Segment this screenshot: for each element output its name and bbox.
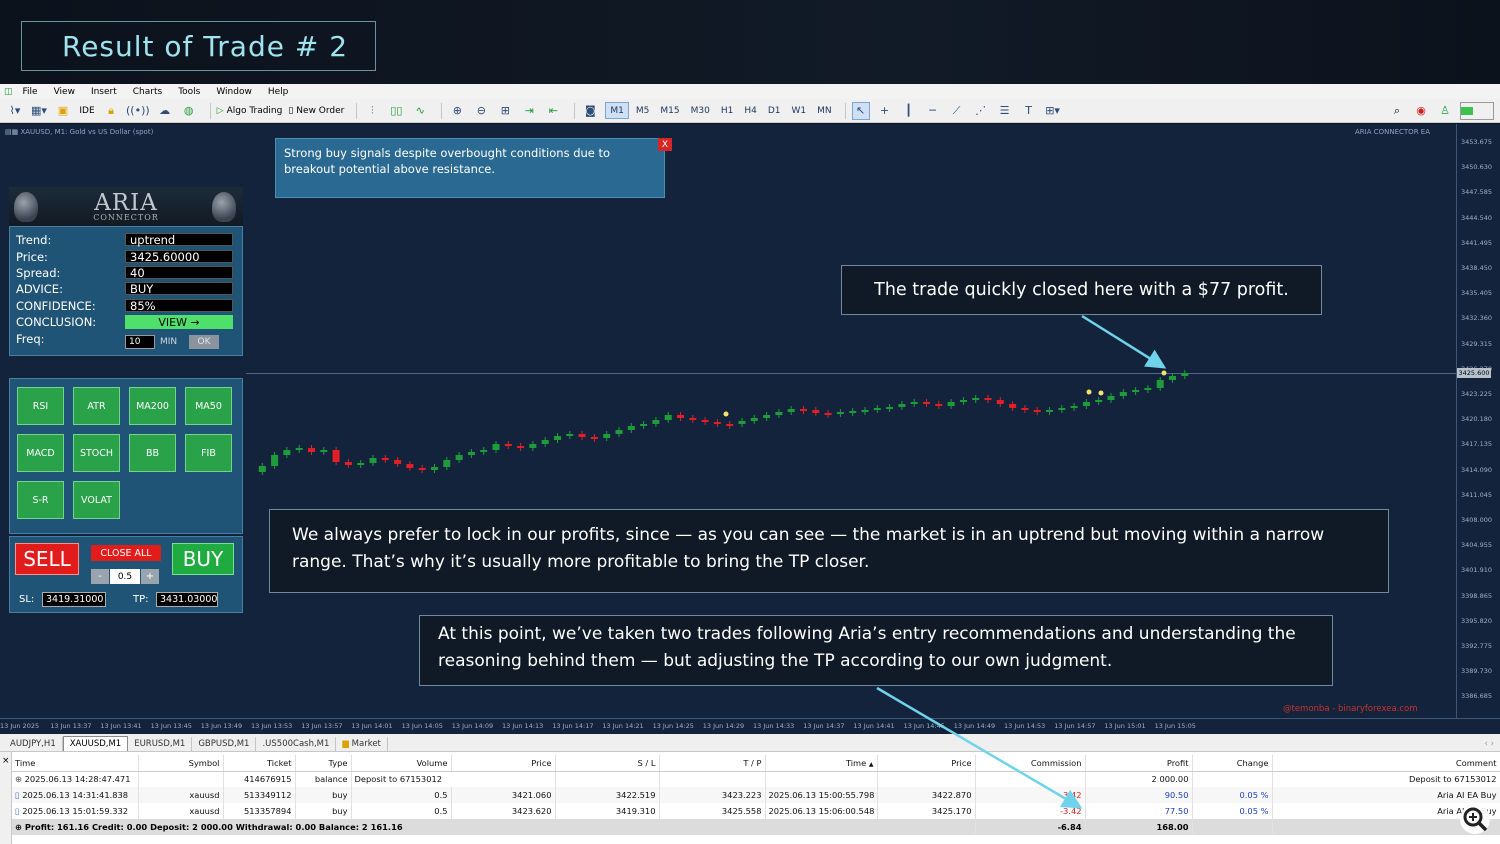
zoom-magnifier-icon[interactable] — [1460, 804, 1490, 834]
arrow-to-profit-row — [876, 686, 1083, 809]
annotation-arrows — [876, 314, 1167, 809]
arrow-to-close-point — [1081, 314, 1167, 369]
